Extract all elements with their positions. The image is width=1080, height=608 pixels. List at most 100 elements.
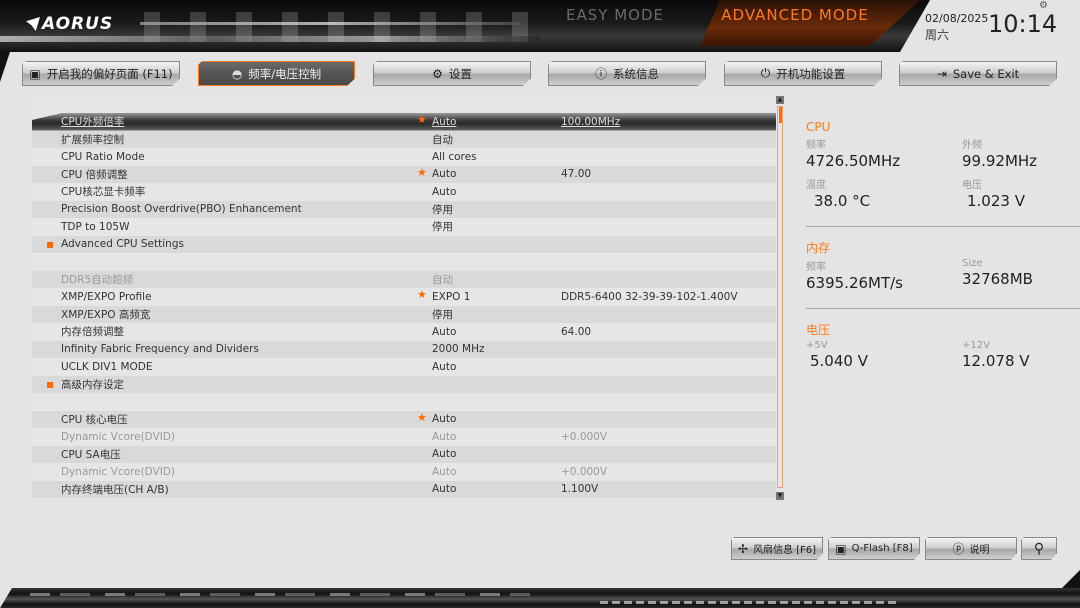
- tab-settings[interactable]: ⚙ 设置: [373, 61, 531, 86]
- setting-row[interactable]: 高级内存设定: [32, 375, 776, 393]
- tab-system-info[interactable]: ⓘ 系统信息: [548, 61, 706, 86]
- tab-label: 频率/电压控制: [248, 66, 322, 81]
- footer-decoration: [600, 601, 900, 604]
- setting-row[interactable]: TDP to 105W 停用: [32, 218, 776, 236]
- main-nav: ▣ 开启我的偏好页面 (F11) ◓ 频率/电压控制 ⚙ 设置 ⓘ 系统信息 ⏻…: [0, 61, 1080, 87]
- setting-row[interactable]: CPU SA电压 Auto: [32, 445, 776, 463]
- scroll-track[interactable]: [777, 106, 783, 488]
- setting-row[interactable]: CPU 核心电压 ★ Auto: [32, 410, 776, 428]
- search-icon: ⚲: [1033, 540, 1045, 557]
- weekday-text: 周六: [925, 28, 950, 42]
- setting-row[interactable]: UCLK DIV1 MODE Auto: [32, 358, 776, 376]
- scroll-down-button[interactable]: ▼: [776, 492, 784, 500]
- footer-bar: [0, 588, 1080, 608]
- setting-value[interactable]: Auto: [432, 326, 456, 338]
- setting-current-value: 47.00: [561, 168, 592, 181]
- value: 1.023 V: [967, 192, 1025, 210]
- search-button[interactable]: ⚲: [1021, 537, 1057, 560]
- setting-label: Advanced CPU Settings: [61, 238, 184, 251]
- setting-value[interactable]: Auto: [432, 431, 456, 443]
- voltage-section: 电压 +5V 5.040 V +12V 12.078 V: [806, 321, 1080, 380]
- spacer-row: [32, 393, 776, 411]
- hardware-monitor: CPU 频率 4726.50MHz 外频 99.92MHz 温度 38.0 °C…: [806, 120, 1080, 380]
- setting-value[interactable]: 2000 MHz: [432, 343, 485, 355]
- tab-label: 开机功能设置: [776, 66, 846, 81]
- scroll-up-button[interactable]: ▲: [776, 96, 784, 104]
- setting-value[interactable]: Auto: [432, 361, 456, 373]
- setting-value[interactable]: EXPO 1: [432, 291, 470, 303]
- setting-row[interactable]: Infinity Fabric Frequency and Dividers 20…: [32, 340, 776, 358]
- setting-current-value: 1.100V: [561, 483, 599, 496]
- setting-row[interactable]: CPU外频倍率 ★ Auto 100.00MHz: [32, 113, 776, 131]
- setting-label: 内存终端电压(CH A/B): [61, 483, 169, 496]
- tab-favorites[interactable]: ▣ 开启我的偏好页面 (F11): [22, 61, 180, 86]
- setting-value[interactable]: Auto: [432, 413, 456, 425]
- voltage-5v: +5V 5.040 V: [806, 340, 868, 370]
- label: 外频: [962, 140, 982, 151]
- voltage-grid: +5V 5.040 V +12V 12.078 V: [806, 340, 1080, 380]
- cpu-grid-row2: 温度 38.0 °C 电压 1.023 V: [806, 176, 1080, 216]
- setting-value[interactable]: 停用: [432, 219, 453, 234]
- tab-boot[interactable]: ⏻ 开机功能设置: [724, 61, 882, 86]
- setting-label: 扩展频率控制: [61, 133, 124, 146]
- setting-label: TDP to 105W: [61, 220, 130, 233]
- value: 32768MB: [962, 270, 1033, 288]
- setting-value[interactable]: Auto: [432, 186, 456, 198]
- setting-row[interactable]: CPU 倍频调整 ★ Auto 47.00: [32, 165, 776, 183]
- setting-row[interactable]: Dynamic Vcore(DVID) Auto +0.000V: [32, 463, 776, 481]
- submenu-bullet-icon: [47, 241, 53, 248]
- setting-row[interactable]: Precision Boost Overdrive(PBO) Enhanceme…: [32, 200, 776, 218]
- time-text: 10:14: [988, 10, 1058, 38]
- cpu-frequency: 频率 4726.50MHz: [806, 136, 900, 170]
- setting-row[interactable]: CPU Ratio Mode All cores: [32, 148, 776, 166]
- cpu-grid-row1: 频率 4726.50MHz 外频 99.92MHz: [806, 136, 1080, 176]
- label: 电压: [962, 180, 982, 191]
- setting-row[interactable]: 扩展频率控制 自动: [32, 130, 776, 148]
- scroll-thumb[interactable]: [779, 107, 782, 123]
- setting-value[interactable]: 停用: [432, 307, 453, 322]
- setting-label: XMP/EXPO Profile: [61, 290, 152, 303]
- setting-row[interactable]: Advanced CPU Settings: [32, 235, 776, 253]
- setting-label: XMP/EXPO 高频宽: [61, 308, 151, 321]
- cpu-section: CPU 频率 4726.50MHz 外频 99.92MHz 温度 38.0 °C…: [806, 120, 1080, 216]
- fan-icon: ✢: [737, 541, 748, 556]
- label: 频率: [806, 262, 826, 273]
- setting-row[interactable]: DDR5自动超频 自动: [32, 270, 776, 288]
- setting-value[interactable]: Auto: [432, 448, 456, 460]
- setting-value[interactable]: Auto: [432, 168, 456, 180]
- button-label: Q-Flash [F8]: [851, 543, 913, 554]
- setting-current-value: 64.00: [561, 325, 592, 338]
- setting-row[interactable]: 内存终端电压(CH A/B) Auto 1.100V: [32, 480, 776, 498]
- easy-mode-tab[interactable]: EASY MODE: [540, 0, 690, 30]
- setting-value[interactable]: Auto: [432, 483, 456, 495]
- section-title: 内存: [806, 241, 831, 255]
- tab-save-exit[interactable]: ⇥ Save & Exit: [899, 61, 1057, 86]
- tab-frequency-voltage[interactable]: ◓ 频率/电压控制: [198, 61, 355, 86]
- label: 温度: [806, 180, 826, 191]
- setting-label: Precision Boost Overdrive(PBO) Enhanceme…: [61, 203, 302, 216]
- qflash-button[interactable]: ▣ Q-Flash [F8]: [828, 537, 920, 560]
- settings-scrollbar[interactable]: ▲ ▼: [776, 96, 784, 500]
- setting-row[interactable]: Dynamic Vcore(DVID) Auto +0.000V: [32, 428, 776, 446]
- gear-icon[interactable]: ⚙: [1039, 0, 1048, 11]
- setting-value[interactable]: 自动: [432, 132, 453, 147]
- help-button[interactable]: ⓟ 说明: [925, 537, 1017, 560]
- setting-value[interactable]: Auto: [432, 466, 456, 478]
- setting-row[interactable]: 内存倍频调整 Auto 64.00: [32, 323, 776, 341]
- setting-label: CPU 倍频调整: [61, 168, 128, 181]
- memory-frequency: 频率 6395.26MT/s: [806, 258, 903, 292]
- aorus-logo: AORUS: [26, 14, 113, 34]
- setting-value[interactable]: 停用: [432, 202, 453, 217]
- setting-row[interactable]: XMP/EXPO 高频宽 停用: [32, 305, 776, 323]
- setting-row[interactable]: CPU核芯显卡频率 Auto: [32, 183, 776, 201]
- setting-value[interactable]: 自动: [432, 272, 453, 287]
- label: +5V: [806, 340, 828, 351]
- setting-row[interactable]: XMP/EXPO Profile ★ EXPO 1 DDR5-6400 32-39-3…: [32, 288, 776, 306]
- setting-value[interactable]: Auto: [432, 116, 456, 128]
- setting-value[interactable]: All cores: [432, 151, 477, 163]
- date-text: 02/08/2025: [925, 12, 989, 25]
- memory-grid: 频率 6395.26MT/s Size 32768MB: [806, 258, 1080, 298]
- button-label: 风扇信息 [F6]: [752, 545, 817, 556]
- setting-current-value: +0.000V: [561, 430, 608, 443]
- fan-info-button[interactable]: ✢ 风扇信息 [F6]: [731, 537, 823, 560]
